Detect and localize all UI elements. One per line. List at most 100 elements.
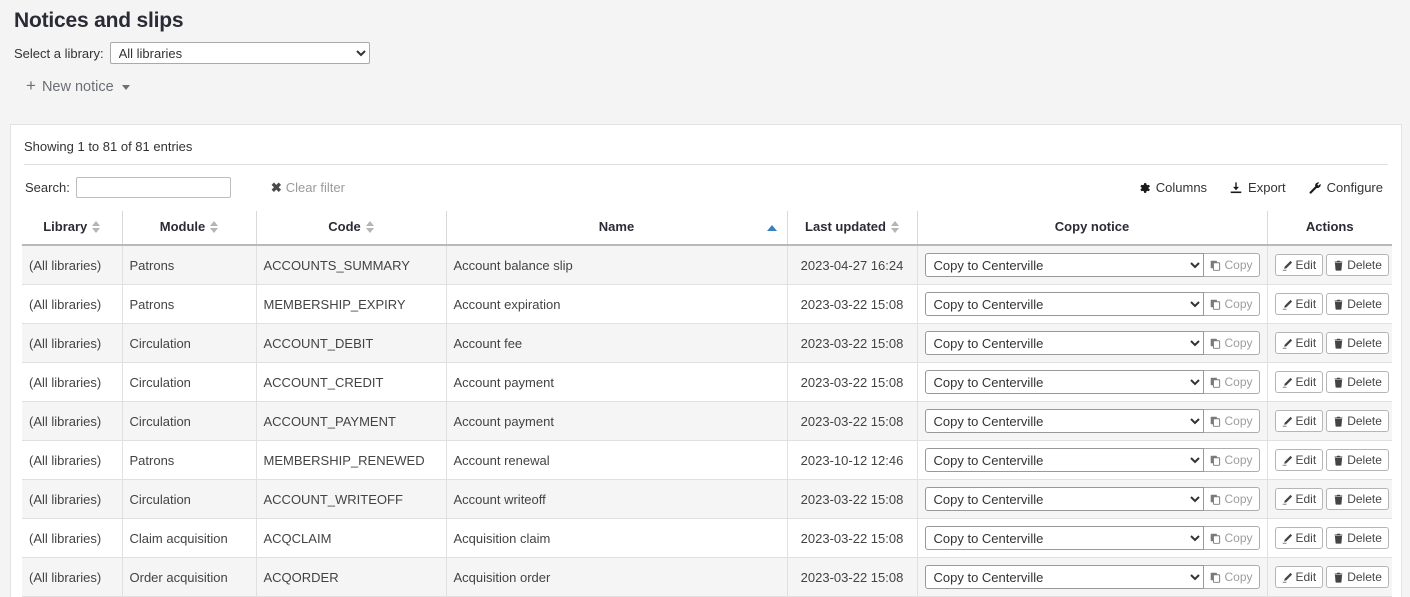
export-button[interactable]: Export xyxy=(1229,181,1286,195)
column-header-module[interactable]: Module xyxy=(122,211,256,245)
copy-target-select[interactable]: Copy to Centerville xyxy=(925,370,1205,394)
delete-button-label: Delete xyxy=(1347,297,1382,311)
table-row: (All libraries)CirculationACCOUNT_CREDIT… xyxy=(22,363,1392,402)
edit-button-label: Edit xyxy=(1296,414,1317,428)
delete-button-label: Delete xyxy=(1347,375,1382,389)
copy-button[interactable]: Copy xyxy=(1204,370,1259,394)
cell-code: ACCOUNT_CREDIT xyxy=(256,363,446,402)
cell-last-updated: 2023-03-22 15:08 xyxy=(787,324,917,363)
page-title: Notices and slips xyxy=(0,0,1410,33)
edit-button[interactable]: Edit xyxy=(1275,488,1324,510)
cell-last-updated: 2023-03-22 15:08 xyxy=(787,402,917,441)
copy-button[interactable]: Copy xyxy=(1204,526,1259,550)
copy-target-select[interactable]: Copy to Centerville xyxy=(925,253,1205,277)
edit-button[interactable]: Edit xyxy=(1275,449,1324,471)
search-input[interactable] xyxy=(76,177,231,198)
clear-filter-button[interactable]: ✖ Clear filter xyxy=(251,180,345,195)
cell-copy-notice: Copy to CentervilleCopy xyxy=(917,519,1267,558)
pencil-icon xyxy=(1282,260,1293,271)
edit-button-label: Edit xyxy=(1296,453,1317,467)
delete-button[interactable]: Delete xyxy=(1326,566,1389,588)
cell-copy-notice: Copy to CentervilleCopy xyxy=(917,558,1267,597)
edit-button[interactable]: Edit xyxy=(1275,293,1324,315)
cell-actions: Edit Delete xyxy=(1267,285,1392,324)
column-header-code[interactable]: Code xyxy=(256,211,446,245)
library-select[interactable]: All libraries xyxy=(110,42,370,64)
cell-code: ACCOUNT_WRITEOFF xyxy=(256,480,446,519)
trash-icon xyxy=(1333,455,1344,466)
table-tools: Columns Export Configure xyxy=(1137,181,1387,195)
copy-button-label: Copy xyxy=(1224,336,1252,350)
copy-target-select[interactable]: Copy to Centerville xyxy=(925,292,1205,316)
trash-icon xyxy=(1333,338,1344,349)
copy-button[interactable]: Copy xyxy=(1204,565,1259,589)
trash-icon xyxy=(1333,416,1344,427)
copy-icon xyxy=(1210,455,1221,466)
delete-button[interactable]: Delete xyxy=(1326,488,1389,510)
column-header-last-updated[interactable]: Last updated xyxy=(787,211,917,245)
copy-target-select[interactable]: Copy to Centerville xyxy=(925,409,1205,433)
copy-target-select[interactable]: Copy to Centerville xyxy=(925,331,1205,355)
copy-icon xyxy=(1210,533,1221,544)
edit-button[interactable]: Edit xyxy=(1275,254,1324,276)
table-row: (All libraries)CirculationACCOUNT_WRITEO… xyxy=(22,480,1392,519)
copy-target-select[interactable]: Copy to Centerville xyxy=(925,526,1205,550)
cell-library: (All libraries) xyxy=(22,285,122,324)
edit-button[interactable]: Edit xyxy=(1275,332,1324,354)
pencil-icon xyxy=(1282,299,1293,310)
copy-button-label: Copy xyxy=(1224,414,1252,428)
content-panel: Showing 1 to 81 of 81 entries Search: ✖ … xyxy=(10,124,1402,597)
delete-button[interactable]: Delete xyxy=(1326,254,1389,276)
delete-button[interactable]: Delete xyxy=(1326,293,1389,315)
cell-name: Account fee xyxy=(446,324,787,363)
edit-button[interactable]: Edit xyxy=(1275,527,1324,549)
pencil-icon xyxy=(1282,377,1293,388)
cell-copy-notice: Copy to Centerville Copy xyxy=(917,402,1267,441)
sort-arrows-icon xyxy=(891,221,899,233)
sort-arrows-icon xyxy=(366,221,374,233)
copy-button[interactable]: Copy xyxy=(1204,292,1259,316)
delete-button[interactable]: Delete xyxy=(1326,410,1389,432)
copy-icon xyxy=(1210,494,1221,505)
table-row: (All libraries)PatronsMEMBERSHIP_RENEWED… xyxy=(22,441,1392,480)
table-controls: Search: ✖ Clear filter Columns Export xyxy=(11,165,1401,206)
column-header-actions: Actions xyxy=(1267,211,1392,245)
copy-button[interactable]: Copy xyxy=(1204,487,1259,511)
copy-button[interactable]: Copy xyxy=(1204,253,1259,277)
copy-button[interactable]: Copy xyxy=(1204,331,1259,355)
entries-info: Showing 1 to 81 of 81 entries xyxy=(24,125,1388,165)
search-group: Search: xyxy=(25,177,231,198)
cell-actions: EditDelete xyxy=(1267,558,1392,597)
cell-code: ACCOUNT_DEBIT xyxy=(256,324,446,363)
edit-button-label: Edit xyxy=(1296,531,1317,545)
table-row: (All libraries)CirculationACCOUNT_PAYMEN… xyxy=(22,402,1392,441)
edit-button[interactable]: Edit xyxy=(1275,566,1324,588)
table-row: (All libraries)PatronsMEMBERSHIP_EXPIRYA… xyxy=(22,285,1392,324)
cell-name: Account payment xyxy=(446,402,787,441)
column-header-name[interactable]: Name xyxy=(446,211,787,245)
cell-library: (All libraries) xyxy=(22,519,122,558)
edit-button[interactable]: Edit xyxy=(1275,371,1324,393)
delete-button[interactable]: Delete xyxy=(1326,527,1389,549)
delete-button[interactable]: Delete xyxy=(1326,332,1389,354)
configure-button[interactable]: Configure xyxy=(1308,181,1383,195)
delete-button[interactable]: Delete xyxy=(1326,371,1389,393)
column-header-library[interactable]: Library xyxy=(22,211,122,245)
copy-target-select[interactable]: Copy to Centerville xyxy=(925,487,1205,511)
table-row: (All libraries)Claim acquisitionACQCLAIM… xyxy=(22,519,1392,558)
column-label: Code xyxy=(328,219,361,234)
new-notice-button[interactable]: + New notice xyxy=(26,78,130,95)
copy-target-select[interactable]: Copy to Centerville xyxy=(925,565,1205,589)
copy-button[interactable]: Copy xyxy=(1204,448,1259,472)
copy-target-select[interactable]: Copy to Centerville xyxy=(925,448,1205,472)
export-label: Export xyxy=(1248,181,1286,194)
copy-button[interactable]: Copy xyxy=(1204,409,1259,433)
trash-icon xyxy=(1333,260,1344,271)
edit-button[interactable]: Edit xyxy=(1275,410,1324,432)
columns-button[interactable]: Columns xyxy=(1137,181,1207,195)
cell-code: ACQCLAIM xyxy=(256,519,446,558)
cell-library: (All libraries) xyxy=(22,402,122,441)
delete-button[interactable]: Delete xyxy=(1326,449,1389,471)
pencil-icon xyxy=(1282,455,1293,466)
cell-actions: EditDelete xyxy=(1267,324,1392,363)
